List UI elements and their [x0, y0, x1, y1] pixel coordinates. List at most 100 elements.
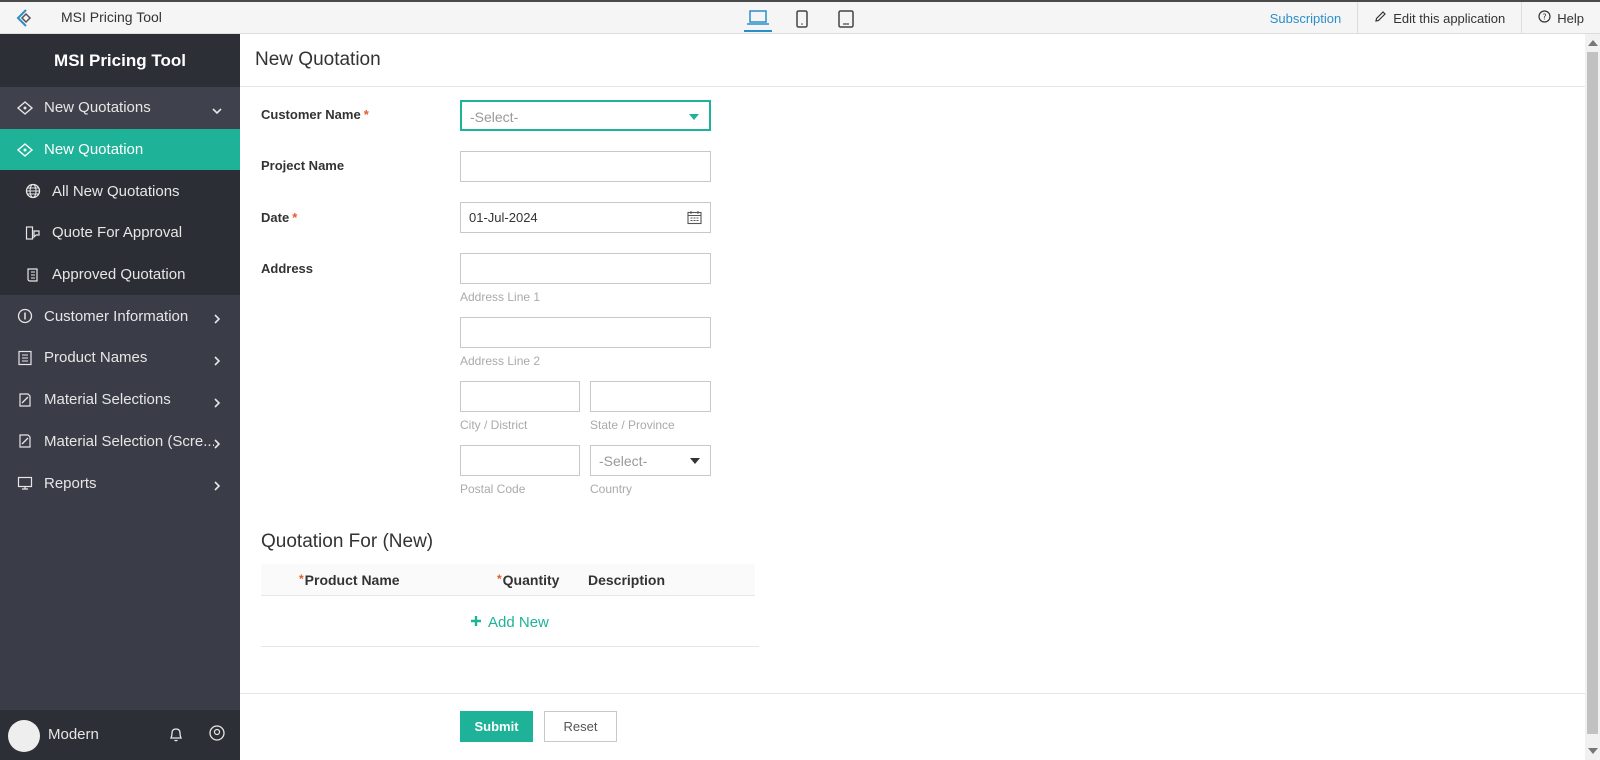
sidebar-item-label: New Quotation — [44, 141, 144, 159]
customer-name-placeholder: -Select- — [470, 109, 519, 125]
sidebar-item-product-names[interactable]: Product Names — [0, 337, 240, 379]
section-title: Quotation For (New) — [261, 531, 434, 552]
project-name-input[interactable] — [460, 151, 711, 182]
info-icon — [16, 307, 34, 325]
city-input[interactable] — [460, 381, 580, 412]
scroll-up-icon[interactable] — [1588, 40, 1598, 46]
address-line2-label: Address Line 2 — [460, 354, 541, 368]
chevron-right-icon — [212, 311, 222, 324]
column-quantity: *Quantity — [497, 572, 559, 588]
required-marker: * — [299, 572, 304, 586]
project-name-label: Project Name — [261, 158, 345, 173]
subscription-link[interactable]: Subscription — [1254, 2, 1358, 34]
sidebar-item-reports[interactable]: Reports — [0, 462, 240, 504]
postal-code-label: Postal Code — [460, 482, 526, 496]
app-logo-icon[interactable] — [14, 7, 38, 29]
subform-header: *Product Name *Quantity Description — [261, 564, 755, 596]
city-label: City / District — [460, 418, 528, 432]
dropdown-caret-icon — [690, 458, 700, 464]
vertical-scrollbar[interactable] — [1585, 34, 1600, 760]
phone-view-icon[interactable] — [788, 6, 816, 32]
sidebar-item-material-selection-screen[interactable]: Material Selection (Scre... — [0, 421, 240, 463]
quote-icon — [16, 99, 34, 117]
bell-icon[interactable] — [168, 726, 184, 748]
main-content: New Quotation Customer Name * -Select- Pr… — [240, 34, 1585, 760]
reset-button[interactable]: Reset — [544, 711, 617, 742]
quote-icon — [16, 141, 34, 159]
help-label: Help — [1557, 10, 1584, 26]
required-marker: * — [497, 572, 502, 586]
address-line1-label: Address Line 1 — [460, 290, 541, 304]
avatar[interactable] — [8, 720, 40, 752]
address-line2-input[interactable] — [460, 317, 711, 348]
sidebar-item-label: Material Selection (Scre... — [44, 432, 214, 450]
sidebar-item-label: All New Quotations — [52, 182, 180, 200]
sidebar-item-label: Product Names — [44, 349, 148, 367]
scrollbar-thumb[interactable] — [1587, 52, 1598, 734]
sidebar-item-label: Reports — [44, 474, 97, 492]
monitor-icon — [16, 474, 34, 492]
sidebar-brand: MSI Pricing Tool — [0, 34, 240, 87]
sidebar-item-approved-quotation[interactable]: Approved Quotation — [0, 253, 240, 296]
device-switcher — [744, 6, 860, 32]
customer-name-select[interactable]: -Select- — [460, 100, 711, 131]
sidebar-item-new-quotations[interactable]: New Quotations — [0, 87, 240, 129]
chevron-right-icon — [212, 478, 222, 491]
dropdown-caret-icon — [689, 114, 699, 120]
sidebar-item-customer-information[interactable]: Customer Information — [0, 295, 240, 337]
sidebar-item-material-selections[interactable]: Material Selections — [0, 379, 240, 421]
scroll-down-icon[interactable] — [1588, 748, 1598, 754]
page-title: New Quotation — [240, 34, 1585, 87]
app-name: MSI Pricing Tool — [61, 9, 162, 25]
chevron-right-icon — [212, 395, 222, 408]
sidebar-item-all-new-quotations[interactable]: All New Quotations — [0, 170, 240, 213]
edit-application-button[interactable]: Edit this application — [1357, 2, 1521, 34]
column-product-name: *Product Name — [299, 572, 400, 588]
sidebar-item-label: Customer Information — [44, 307, 189, 325]
add-new-row-button[interactable]: Add New — [470, 614, 549, 631]
sidebar: MSI Pricing Tool New Quotations New Quot… — [0, 34, 240, 760]
location-pin-icon[interactable] — [208, 724, 226, 747]
sidebar-item-quote-for-approval[interactable]: Quote For Approval — [0, 212, 240, 254]
country-label: Country — [590, 482, 633, 496]
edit-doc-icon — [16, 391, 34, 409]
column-quantity-label: Quantity — [502, 572, 560, 588]
state-label: State / Province — [590, 418, 675, 432]
help-icon: ? — [1538, 10, 1551, 26]
sidebar-item-label: Approved Quotation — [52, 266, 186, 284]
address-label: Address — [261, 261, 314, 276]
chevron-right-icon — [212, 353, 222, 366]
approval-icon — [24, 224, 42, 242]
calendar-icon[interactable] — [687, 210, 702, 228]
postal-code-input[interactable] — [460, 445, 580, 476]
list-icon — [16, 349, 34, 367]
plus-icon — [470, 614, 482, 631]
svg-text:?: ? — [1543, 13, 1547, 22]
date-label-text: Date — [261, 210, 290, 225]
sidebar-item-new-quotation[interactable]: New Quotation — [0, 128, 240, 171]
customer-name-label: Customer Name * — [261, 107, 369, 122]
state-input[interactable] — [590, 381, 711, 412]
user-name: Modern — [48, 726, 99, 743]
date-input[interactable]: 01-Jul-2024 — [460, 202, 711, 233]
column-product-name-label: Product Name — [304, 572, 400, 588]
required-marker: * — [363, 107, 369, 122]
address-line1-input[interactable] — [460, 253, 711, 284]
tablet-view-icon[interactable] — [832, 6, 860, 32]
date-label: Date * — [261, 210, 297, 225]
submit-button[interactable]: Submit — [460, 711, 533, 742]
sidebar-item-label: Quote For Approval — [52, 224, 183, 242]
country-select[interactable]: -Select- — [590, 445, 711, 476]
required-marker: * — [292, 210, 298, 225]
sidebar-item-label: Material Selections — [44, 391, 171, 409]
edit-doc-icon — [16, 432, 34, 450]
top-bar: MSI Pricing Tool Subscription Edit this … — [0, 0, 1600, 34]
form-actions: Submit Reset — [240, 693, 1585, 760]
column-description: Description — [588, 572, 666, 588]
add-new-label: Add New — [488, 614, 549, 631]
sidebar-item-label: New Quotations — [44, 99, 151, 117]
help-button[interactable]: ? Help — [1521, 2, 1600, 34]
chevron-down-icon — [212, 103, 222, 114]
laptop-view-icon[interactable] — [744, 6, 772, 32]
chevron-right-icon — [212, 436, 222, 449]
